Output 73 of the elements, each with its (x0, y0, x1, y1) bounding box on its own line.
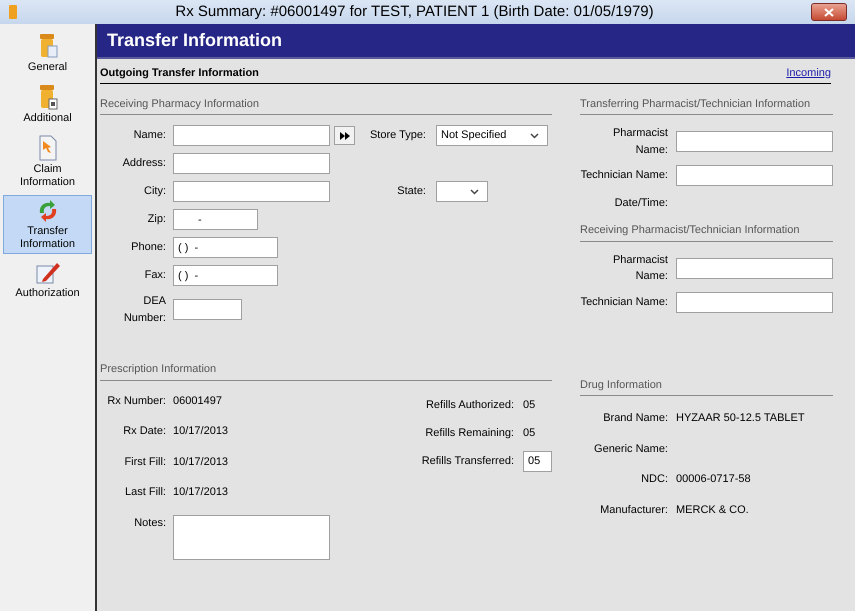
field-label: Refills Authorized: (426, 398, 514, 411)
input-field[interactable]: ( ) - (173, 237, 278, 258)
field-label: Date/Time: (614, 197, 668, 210)
section-heading: Prescription Information (100, 363, 216, 375)
field-label: Refills Transferred: (422, 454, 514, 467)
field-label: State: (397, 185, 426, 198)
chevron-icon (470, 188, 479, 194)
input-field[interactable] (173, 299, 242, 320)
sidebar-item[interactable]: Transfer Information (3, 195, 92, 254)
section-heading: Receiving Pharmacy Information (100, 98, 259, 110)
sidebar-item[interactable]: Authorization (3, 257, 92, 305)
field-value: 10/17/2013 (173, 485, 228, 500)
bottle-icon (8, 4, 18, 20)
page-header: Transfer Information (97, 24, 855, 59)
input-field[interactable]: ( ) - (173, 265, 278, 286)
dropdown[interactable]: Not Specified (436, 125, 548, 146)
sidebar-item[interactable]: General (3, 29, 92, 77)
sidebar-item[interactable]: Claim Information (3, 131, 92, 192)
incoming-link[interactable]: Incoming (786, 65, 831, 82)
input-field[interactable] (676, 131, 833, 152)
input-field[interactable] (173, 181, 330, 202)
field-label: City: (144, 185, 166, 198)
field-label: Generic Name: (594, 442, 668, 454)
field-label: Technician Name: (580, 296, 668, 308)
window-title: Rx Summary: #06001497 for TEST, PATIENT 1 (Birth Date: 01/05/1979) (174, 2, 655, 22)
field-label: Store Type: (370, 129, 426, 142)
close-icon (824, 8, 834, 16)
fast-forward-icon (340, 132, 350, 140)
section-heading: Receiving Pharmacist/Technician Information (580, 224, 800, 236)
field-value: MERCK & CO. (676, 502, 749, 518)
field-label: Manufacturer: (600, 504, 668, 516)
field-value: HYZAAR 50-12.5 TABLET (676, 411, 805, 426)
field-value: 06001497 (173, 394, 222, 408)
dropdown[interactable] (436, 181, 488, 202)
field-label: Pharmacist Name: (612, 127, 668, 156)
page-subtitle: Outgoing Transfer Information (100, 66, 259, 81)
field-label: Notes: (134, 516, 166, 528)
field-label: Pharmacist Name: (612, 254, 668, 282)
field-value: 10/17/2013 (173, 454, 228, 470)
field-label: DEA Number: (124, 295, 166, 324)
input-field[interactable] (173, 125, 330, 146)
field-label: NDC: (641, 473, 668, 485)
document-icon (36, 135, 58, 161)
section-heading: Drug Information (580, 378, 662, 390)
pen-icon (34, 261, 60, 285)
field-value: 10/17/2013 (173, 424, 228, 439)
chevron-icon (530, 132, 539, 138)
field-label: Fax: (144, 269, 166, 282)
field-label: Rx Number: (107, 394, 166, 406)
input-field[interactable]: 05 (523, 450, 552, 472)
field-label: Last Fill: (125, 486, 166, 498)
input-field[interactable] (173, 153, 330, 174)
input-field[interactable]: - (173, 209, 258, 230)
field-label: Zip: (148, 213, 166, 226)
sidebar-item[interactable]: Additional (3, 80, 92, 128)
field-label: First Fill: (124, 456, 166, 468)
field-label: Phone: (131, 241, 166, 254)
input-field[interactable] (676, 258, 833, 278)
close-button[interactable] (811, 3, 847, 21)
field-label: Refills Remaining: (425, 426, 514, 439)
field-label: Address: (122, 157, 166, 170)
input-field[interactable] (676, 292, 833, 312)
field-label: Brand Name: (603, 412, 668, 424)
forward-button[interactable] (334, 126, 355, 145)
field-value: 00006-0717-58 (676, 472, 751, 487)
field-label: Name: (134, 129, 166, 142)
input-field[interactable] (676, 165, 833, 186)
field-value: 05 (523, 398, 536, 413)
field-value: 05 (523, 426, 536, 441)
field-label: Rx Date: (123, 425, 166, 437)
notes-field[interactable] (173, 514, 330, 560)
section-heading: Transferring Pharmacist/Technician Information (580, 98, 810, 110)
field-label: Technician Name: (580, 169, 668, 182)
